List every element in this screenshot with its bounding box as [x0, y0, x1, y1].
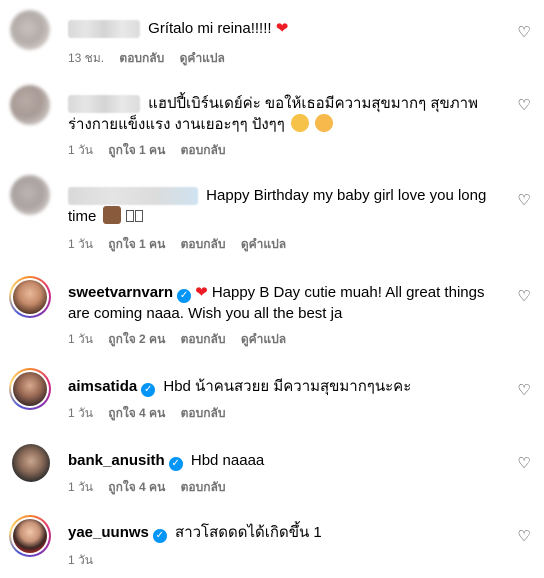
verified-badge-icon: ✓: [168, 457, 183, 471]
comment-time: 1 วัน: [68, 332, 93, 346]
comment-text-line1: Happy B Day cutie muah! All great things: [211, 284, 485, 301]
reply-button[interactable]: ตอบกลับ: [181, 332, 226, 346]
heart-outline-icon[interactable]: ♡: [516, 193, 532, 209]
comment-time: 1 วัน: [68, 237, 93, 251]
comment-text: สาวโสดดดได้เกิดขึ้น 1: [175, 524, 322, 541]
heart-outline-icon[interactable]: ♡: [516, 25, 532, 41]
comment-text: Hbd น้าคนสวยย มีความสุขมากๆนะคะ: [163, 378, 412, 395]
avatar[interactable]: [12, 444, 50, 482]
reply-button[interactable]: ตอบกลับ: [119, 51, 164, 65]
username-blurred[interactable]: [68, 20, 140, 39]
comment-time: 1 วัน: [68, 480, 93, 494]
see-translation-button[interactable]: ดูคำแปล: [241, 332, 286, 346]
avatar[interactable]: [9, 368, 51, 410]
unsupported-glyph-icon: [134, 210, 143, 222]
avatar[interactable]: [10, 175, 50, 215]
heart-outline-icon[interactable]: ♡: [516, 383, 532, 399]
avatar[interactable]: [9, 515, 51, 557]
comment-text: Grítalo mi reina!!!!!: [148, 20, 272, 37]
comment-meta: 1 วัน: [68, 552, 105, 568]
verified-badge-icon: ✓: [177, 289, 192, 303]
comment-time: 1 วัน: [68, 553, 93, 567]
comment-meta: 1 วัน ถูกใจ 4 คน ตอบกลับ: [68, 405, 238, 421]
verified-badge-icon: ✓: [141, 383, 156, 397]
likes-count[interactable]: ถูกใจ 1 คน: [108, 143, 165, 157]
reply-button[interactable]: ตอบกลับ: [181, 143, 226, 157]
reply-button[interactable]: ตอบกลับ: [181, 406, 226, 420]
likes-count[interactable]: ถูกใจ 4 คน: [108, 480, 165, 494]
comment-text-line1: แฮปปี้เบิร์นเดย์ค่ะ ขอให้เธอมีความสุขมาก…: [148, 95, 478, 112]
reply-button[interactable]: ตอบกลับ: [181, 237, 226, 251]
comment-time: 1 วัน: [68, 406, 93, 420]
comment-text-block: Happy Birthday my baby girl love you lon…: [68, 185, 498, 227]
comment-meta: 13 ชม. ตอบกลับ ดูคำแปล: [68, 50, 237, 66]
avatar[interactable]: [10, 10, 50, 50]
see-translation-button[interactable]: ดูคำแปล: [241, 237, 286, 251]
likes-count[interactable]: ถูกใจ 2 คน: [108, 332, 165, 346]
comment-text-block: sweetvarnvarn ✓ ❤ Happy B Day cutie muah! …: [68, 282, 498, 324]
cat-face-icon: [315, 114, 334, 132]
smiling-face-hearts-icon: [290, 114, 309, 132]
username[interactable]: sweetvarnvarn: [68, 284, 173, 301]
comment-meta: 1 วัน ถูกใจ 2 คน ตอบกลับ ดูคำแปล: [68, 331, 298, 347]
comment-meta: 1 วัน ถูกใจ 1 คน ตอบกลับ ดูคำแปล: [68, 236, 298, 252]
see-translation-button[interactable]: ดูคำแปล: [180, 51, 225, 65]
comment-text-line2: time: [68, 208, 97, 225]
birthday-cake-icon: [102, 206, 121, 224]
heart-outline-icon[interactable]: ♡: [516, 529, 532, 545]
username[interactable]: yae_uunws: [68, 524, 149, 541]
avatar[interactable]: [10, 85, 50, 125]
comment-text-line2: ร่างกายแข็งแรง งานเยอะๆๆ ปังๆๆ: [68, 116, 285, 133]
comment-meta: 1 วัน ถูกใจ 4 คน ตอบกลับ: [68, 479, 238, 495]
comment-time: 13 ชม.: [68, 51, 105, 65]
reply-button[interactable]: ตอบกลับ: [181, 480, 226, 494]
comment-time: 1 วัน: [68, 143, 93, 157]
username-blurred[interactable]: [68, 187, 198, 206]
unsupported-glyph-icon: [125, 210, 134, 222]
comment-meta: 1 วัน ถูกใจ 1 คน ตอบกลับ: [68, 142, 238, 158]
heart-outline-icon[interactable]: ♡: [516, 456, 532, 472]
heart-emoji-icon: ❤: [275, 20, 289, 37]
heart-emoji-icon: ❤: [195, 284, 208, 301]
comment-text-block: แฮปปี้เบิร์นเดย์ค่ะ ขอให้เธอมีความสุขมาก…: [68, 93, 498, 135]
comment-text-block: yae_uunws ✓ สาวโสดดดได้เกิดขึ้น 1: [68, 522, 498, 543]
comment-text-block: bank_anusith ✓ Hbd naaaa: [68, 450, 498, 471]
avatar[interactable]: [9, 276, 51, 318]
username-blurred[interactable]: [68, 95, 140, 114]
heart-outline-icon[interactable]: ♡: [516, 289, 532, 305]
verified-badge-icon: ✓: [152, 529, 167, 543]
comment-text-line1: Happy Birthday my baby girl love you lon…: [206, 187, 487, 204]
comment-text-line2: are coming naaa. Wish you all the best j…: [68, 305, 343, 322]
username[interactable]: aimsatida: [68, 378, 137, 395]
username[interactable]: bank_anusith: [68, 452, 165, 469]
comment-text-block: Grítalo mi reina!!!!! ❤: [68, 18, 498, 39]
comment-text-block: aimsatida ✓ Hbd น้าคนสวยย มีความสุขมากๆนะ…: [68, 376, 498, 397]
heart-outline-icon[interactable]: ♡: [516, 98, 532, 114]
likes-count[interactable]: ถูกใจ 4 คน: [108, 406, 165, 420]
likes-count[interactable]: ถูกใจ 1 คน: [108, 237, 165, 251]
comment-text: Hbd naaaa: [190, 452, 265, 469]
